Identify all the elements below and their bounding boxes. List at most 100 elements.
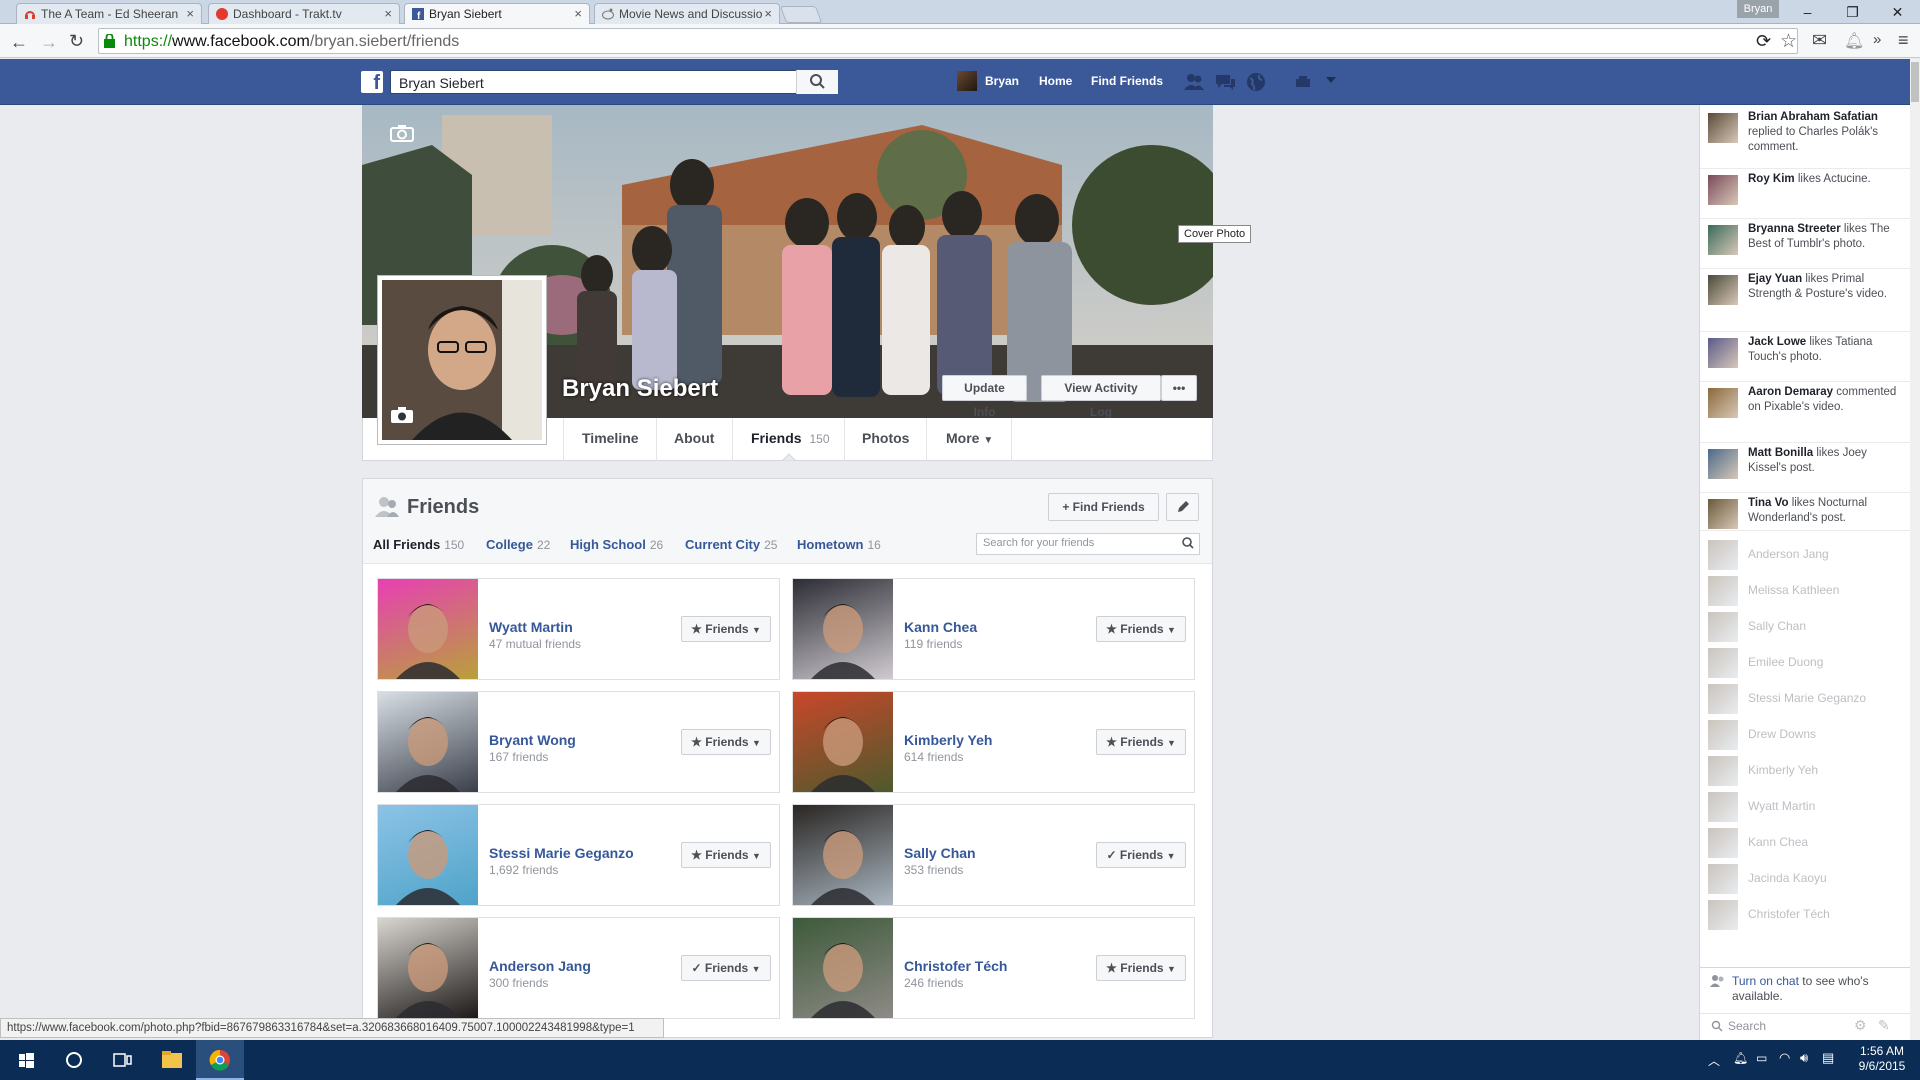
chat-contact[interactable]: Stessi Marie Geganzo [1708, 683, 1903, 714]
friend-photo[interactable] [793, 805, 893, 905]
chat-search-input[interactable]: Search [1728, 1019, 1766, 1033]
nav-find-friends-link[interactable]: Find Friends [1091, 74, 1163, 88]
nav-home-link[interactable]: Home [1039, 74, 1072, 88]
friend-photo[interactable] [793, 918, 893, 1018]
forward-arrow-icon[interactable]: → [40, 32, 58, 53]
close-tab-icon[interactable]: × [384, 4, 392, 24]
friend-count[interactable]: 1,692 friends [489, 863, 558, 877]
friends-status-button[interactable]: ★ Friends ▼ [1096, 955, 1186, 981]
ticker-actor[interactable]: Brian Abraham Safatian [1748, 111, 1878, 123]
ticker-item[interactable]: Tina Vo likes Nocturnal Wonderland's pos… [1708, 496, 1903, 529]
chrome-menu-icon[interactable]: ≡ [1898, 30, 1909, 51]
maximize-button[interactable]: ❐ [1830, 0, 1875, 24]
close-window-button[interactable]: ✕ [1875, 0, 1920, 24]
friend-name[interactable]: Anderson Jang [489, 958, 591, 974]
friend-name[interactable]: Kimberly Yeh [904, 732, 992, 748]
friends-status-button[interactable]: ★ Friends ▼ [1096, 729, 1186, 755]
ticker-item[interactable]: Ejay Yuan likes Primal Strength & Postur… [1708, 272, 1903, 305]
messages-icon[interactable] [1214, 72, 1236, 92]
filter-hometown[interactable]: Hometown 16 [797, 537, 881, 552]
browser-tab-1[interactable]: The A Team - Ed Sheeran × [16, 3, 202, 24]
friends-search-input[interactable]: Search for your friends [976, 533, 1200, 555]
chat-contact[interactable]: Kann Chea [1708, 827, 1903, 858]
ticker-item[interactable]: Matt Bonilla likes Joey Kissel's post. [1708, 446, 1903, 479]
ticker-avatar[interactable] [1708, 225, 1738, 255]
tab-friends[interactable]: Friends 150 [751, 430, 830, 446]
browser-tab-4[interactable]: Movie News and Discussio × [594, 3, 780, 24]
tab-about[interactable]: About [674, 430, 714, 446]
back-arrow-icon[interactable]: ← [10, 32, 28, 53]
chrome-taskbar-icon[interactable] [196, 1040, 244, 1080]
facebook-search-input[interactable]: Bryan Siebert [390, 70, 838, 94]
ticker-item[interactable]: Bryanna Streeter likes The Best of Tumbl… [1708, 222, 1903, 255]
change-cover-camera-icon[interactable] [390, 124, 414, 142]
view-activity-log-button[interactable]: View Activity Log [1041, 375, 1161, 419]
extension-loop-icon[interactable]: ⟳ [1756, 31, 1771, 52]
minimize-button[interactable]: – [1785, 0, 1830, 24]
ticker-actor[interactable]: Tina Vo [1748, 497, 1788, 509]
task-view-icon[interactable] [98, 1040, 146, 1080]
friend-count[interactable]: 614 friends [904, 750, 963, 764]
chat-contact[interactable]: Wyatt Martin [1708, 791, 1903, 822]
action-center-icon[interactable]: ▤ [1822, 1050, 1834, 1066]
ticker-avatar[interactable] [1708, 275, 1738, 305]
edit-friends-button[interactable] [1166, 493, 1199, 521]
chat-contact[interactable]: Melissa Kathleen [1708, 575, 1903, 606]
chat-contact[interactable]: Anderson Jang [1708, 539, 1903, 570]
url-text[interactable]: https://www.facebook.com/bryan.siebert/f… [124, 33, 459, 51]
ticker-avatar[interactable] [1708, 338, 1738, 368]
find-friends-button[interactable]: + Find Friends [1048, 493, 1159, 521]
tray-overflow-icon[interactable]: ︿ [1708, 1052, 1720, 1069]
wifi-icon[interactable]: ◠ [1779, 1050, 1790, 1066]
ticker-avatar[interactable] [1708, 113, 1738, 143]
ticker-avatar[interactable] [1708, 175, 1738, 205]
browser-tab-3[interactable]: f Bryan Siebert × [404, 3, 590, 25]
tray-people-icon[interactable]: 🔔︎ [1733, 1051, 1748, 1065]
gmail-icon[interactable]: ✉ [1812, 30, 1827, 51]
friend-requests-icon[interactable] [1183, 72, 1205, 92]
search-button[interactable] [796, 70, 838, 94]
friend-photo[interactable] [378, 579, 478, 679]
chat-contact[interactable]: Jacinda Kaoyu [1708, 863, 1903, 894]
friend-name[interactable]: Kann Chea [904, 619, 977, 635]
friends-status-button[interactable]: ★ Friends ▼ [1096, 616, 1186, 642]
friend-name[interactable]: Wyatt Martin [489, 619, 573, 635]
new-tab-button[interactable] [779, 6, 823, 23]
nav-profile-link[interactable]: Bryan [985, 74, 1019, 88]
chat-contact[interactable]: Emilee Duong [1708, 647, 1903, 678]
windows-start-icon[interactable] [2, 1040, 50, 1080]
bookmark-star-icon[interactable]: ☆ [1780, 30, 1797, 53]
friend-name[interactable]: Sally Chan [904, 845, 976, 861]
ticker-actor[interactable]: Ejay Yuan [1748, 273, 1802, 285]
ticker-actor[interactable]: Roy Kim [1748, 173, 1795, 185]
new-message-icon[interactable]: ✎ [1878, 1017, 1890, 1034]
chat-contact[interactable]: Kimberly Yeh [1708, 755, 1903, 786]
privacy-shortcuts-icon[interactable] [1295, 72, 1311, 92]
ticker-avatar[interactable] [1708, 388, 1738, 418]
friends-status-button[interactable]: ✓ Friends ▼ [1096, 842, 1186, 868]
friend-photo[interactable] [378, 918, 478, 1018]
page-scrollbar[interactable] [1910, 59, 1920, 1040]
filter-college[interactable]: College 22 [486, 537, 550, 552]
more-options-button[interactable]: ••• [1161, 375, 1197, 401]
facebook-logo-icon[interactable]: f [361, 71, 383, 93]
friends-status-button[interactable]: ✓ Friends ▼ [681, 955, 771, 981]
notifications-globe-icon[interactable] [1245, 72, 1267, 92]
reload-icon[interactable]: ↻ [69, 31, 84, 52]
nav-avatar[interactable] [957, 71, 977, 91]
friends-status-button[interactable]: ★ Friends ▼ [681, 616, 771, 642]
friend-name[interactable]: Christofer Téch [904, 958, 1007, 974]
ticker-avatar[interactable] [1708, 449, 1738, 479]
friends-status-button[interactable]: ★ Friends ▼ [681, 729, 771, 755]
ticker-item[interactable]: Roy Kim likes Actucine. [1708, 172, 1903, 205]
tab-photos[interactable]: Photos [862, 430, 909, 446]
tab-more[interactable]: More ▼ [946, 430, 993, 446]
update-info-button[interactable]: Update Info [942, 375, 1027, 419]
friend-photo[interactable] [793, 579, 893, 679]
friend-photo[interactable] [378, 692, 478, 792]
ticker-actor[interactable]: Bryanna Streeter [1748, 223, 1841, 235]
friend-photo[interactable] [793, 692, 893, 792]
close-tab-icon[interactable]: × [764, 4, 772, 24]
close-tab-icon[interactable]: × [574, 4, 582, 24]
chat-contact[interactable]: Sally Chan [1708, 611, 1903, 642]
